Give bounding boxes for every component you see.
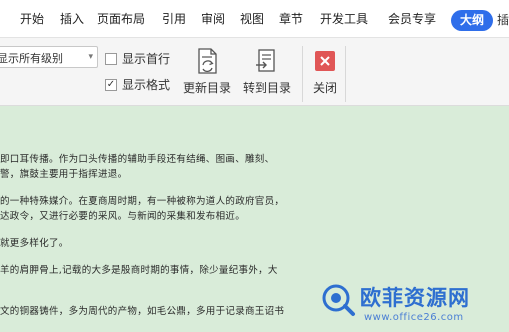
- tab-page-layout[interactable]: 页面布局: [97, 11, 145, 27]
- close-outline-button[interactable]: 关闭: [311, 46, 339, 96]
- ribbon-divider: [302, 46, 303, 102]
- tab-view[interactable]: 视图: [240, 11, 264, 27]
- show-first-line-checkbox[interactable]: 显示首行: [105, 50, 170, 67]
- ribbon-tab-bar: 开始 插入 页面布局 引用 审阅 视图 章节 开发工具 会员专享 大纲 插: [0, 0, 509, 38]
- document-text-line: 达政令，又进行必要的采风。与新闻的采集和发布相近。: [0, 211, 246, 222]
- site-watermark: 欧菲资源网 www.office26.com: [320, 282, 509, 332]
- goto-toc-label: 转到目录: [243, 81, 292, 95]
- show-level-select[interactable]: 显示所有级别 ▾: [0, 46, 98, 68]
- watermark-url: www.office26.com: [364, 312, 464, 323]
- tab-member[interactable]: 会员专享: [388, 11, 436, 27]
- tab-insert-cut[interactable]: 插: [497, 11, 509, 28]
- document-text-line: 的一种特殊媒介。在夏商周时期，有一种被称为道人的政府官员，: [0, 196, 285, 207]
- tab-outline[interactable]: 大纲: [451, 10, 494, 31]
- checkbox-box[interactable]: [105, 52, 117, 65]
- show-format-label: 显示格式: [122, 78, 171, 92]
- show-format-checkbox[interactable]: ✓ 显示格式: [105, 76, 170, 93]
- document-text-line: 就更多样化了。: [0, 238, 69, 249]
- close-outline-label: 关闭: [312, 81, 337, 95]
- tab-chapter[interactable]: 章节: [279, 11, 303, 27]
- watermark-title: 欧菲资源网: [360, 286, 470, 310]
- show-first-line-label: 显示首行: [122, 52, 171, 66]
- update-toc-icon: [193, 46, 221, 76]
- document-text-line: 即口耳传播。作为口头传播的辅助手段还有结绳、图画、雕刻、: [0, 154, 275, 165]
- document-text-line: 文的铜器铸件，多为周代的产物，如毛公鼎，多用于记录商王诏书: [0, 306, 285, 317]
- document-text-line: 羊的肩胛骨上,记载的大多是殷商时期的事情，除少量纪事外，大: [0, 265, 278, 276]
- goto-toc-icon: [253, 46, 281, 76]
- watermark-logo-icon: [322, 284, 355, 316]
- chevron-down-icon: ▾: [88, 52, 93, 62]
- tab-insert[interactable]: 插入: [60, 11, 84, 27]
- outline-ribbon: 显示所有级别 ▾ 显示首行 ✓ 显示格式 更新目录 转到目录 关闭: [0, 38, 509, 106]
- document-text-line: 警，旗鼓主要用于指挥进退。: [0, 169, 128, 180]
- show-level-value: 显示所有级别: [0, 52, 63, 65]
- ribbon-divider: [345, 46, 346, 102]
- update-toc-button[interactable]: 更新目录: [183, 46, 231, 96]
- tab-home[interactable]: 开始: [20, 11, 44, 27]
- update-toc-label: 更新目录: [183, 81, 232, 95]
- close-icon: [311, 46, 339, 76]
- tab-developer[interactable]: 开发工具: [320, 11, 368, 27]
- tab-references[interactable]: 引用: [162, 11, 186, 27]
- goto-toc-button[interactable]: 转到目录: [243, 46, 291, 96]
- checkbox-box-checked[interactable]: ✓: [105, 78, 117, 91]
- tab-review[interactable]: 审阅: [201, 11, 225, 27]
